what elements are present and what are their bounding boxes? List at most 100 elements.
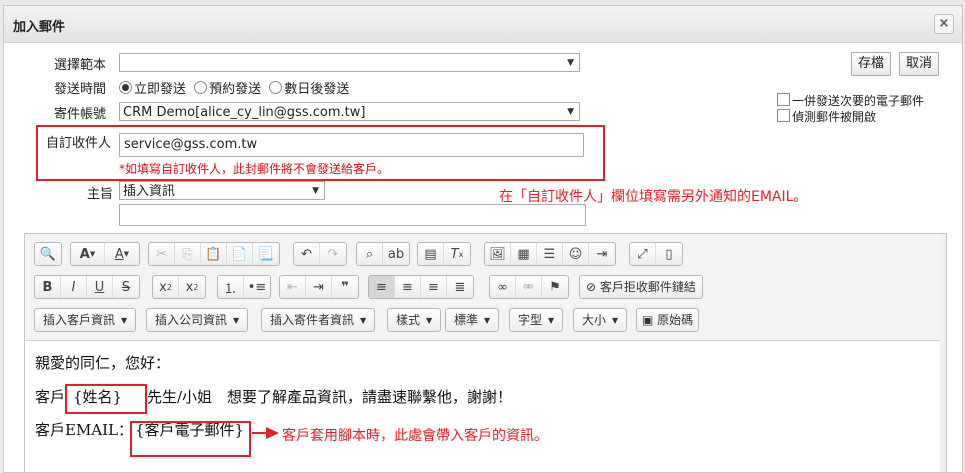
account-label: 寄件帳號 [54, 107, 107, 122]
image-icon[interactable]: 🖼 [485, 243, 511, 265]
caret-down-icon: ▼ [233, 316, 240, 325]
combine-checkbox[interactable]: 一併發送次要的電子郵件 [777, 92, 924, 109]
caret-down-icon: ▼ [612, 316, 619, 325]
dialog-title: 加入郵件 [13, 20, 66, 35]
numbered-list-icon[interactable]: ⒈ [218, 276, 244, 298]
strike-icon[interactable]: S [113, 276, 139, 298]
caret-down-icon: ▼ [121, 316, 128, 325]
maximize-icon[interactable]: ⤢ [630, 243, 656, 265]
link-icon[interactable]: ∞ [490, 276, 516, 298]
find-icon[interactable]: ⌕ [357, 243, 383, 265]
line-email-prefix: 客戶EMAIL： [35, 421, 134, 439]
blockquote-icon[interactable]: ❞ [332, 276, 358, 298]
save-button[interactable]: 存檔 [851, 52, 891, 76]
subject-input[interactable] [119, 204, 586, 226]
template-label: 選擇範本 [54, 58, 107, 73]
smiley-icon[interactable]: ☺ [563, 243, 589, 265]
paste-text-icon[interactable]: 📄 [227, 243, 253, 265]
bulleted-list-icon[interactable]: •≡ [244, 276, 270, 298]
insert-info-value: 插入資訊 [123, 184, 176, 199]
radio-days-later[interactable]: 數日後發送 [269, 81, 349, 97]
toolbar-group-undo: ↶ ↷ [293, 242, 347, 266]
radio-icon [269, 81, 283, 94]
reject-link-button[interactable]: ⊘ 客戶拒收郵件鏈結 [579, 275, 703, 299]
email-placeholder-highlight [130, 421, 251, 457]
redo-icon[interactable]: ↷ [320, 243, 346, 265]
toolbar-group-basic-styles: B I U S [34, 275, 140, 299]
caret-down-icon: ▼ [426, 316, 433, 325]
background-color-icon[interactable]: A ▼ [71, 243, 105, 265]
chevron-down-icon: ▼ [312, 186, 319, 196]
preview-icon[interactable]: 🔍 [35, 243, 61, 265]
insert-info-select[interactable]: 插入資訊 ▼ [119, 181, 325, 200]
caret-down-icon: ▼ [484, 316, 491, 325]
bold-icon[interactable]: B [35, 276, 61, 298]
underline-icon[interactable]: U [87, 276, 113, 298]
account-select[interactable]: CRM Demo[alice_cy_lin@gss.com.tw] ▼ [119, 102, 580, 121]
text-color-icon[interactable]: A ▼ [105, 243, 139, 265]
caret-down-icon: ▼ [360, 316, 367, 325]
editor-scrollbar[interactable] [940, 234, 946, 472]
table-icon[interactable]: ▦ [511, 243, 537, 265]
undo-icon[interactable]: ↶ [294, 243, 320, 265]
replace-icon[interactable]: ab [383, 243, 409, 265]
cut-icon[interactable]: ✂ [149, 243, 175, 265]
align-left-icon[interactable]: ≡ [369, 276, 395, 298]
paste-icon[interactable]: 📋 [201, 243, 227, 265]
styles-dropdown[interactable]: 樣式 ▼ [387, 308, 442, 332]
copy-icon[interactable]: ⎘ [175, 243, 201, 265]
custom-recipient-label: 自訂收件人 [46, 136, 112, 151]
page-break-icon[interactable]: ⇥ [589, 243, 615, 265]
insert-company-info-dropdown[interactable]: 插入公司資訊 ▼ [146, 308, 249, 332]
name-placeholder-highlight [65, 384, 147, 414]
account-value: CRM Demo[alice_cy_lin@gss.com.tw] [123, 105, 366, 120]
insert-customer-info-dropdown[interactable]: 插入客戶資訊 ▼ [34, 308, 137, 332]
send-time-options: 立即發送 預約發送 數日後發送 [119, 78, 349, 97]
subscript-icon[interactable]: x2 [153, 276, 179, 298]
cancel-button[interactable]: 取消 [899, 52, 939, 76]
show-blocks-icon[interactable]: ▯ [656, 243, 682, 265]
radio-scheduled[interactable]: 預約發送 [194, 81, 261, 97]
source-button[interactable]: ▣ 原始碼 [636, 308, 700, 332]
editor-toolbar: 🔍 A ▼ A ▼ ✂ ⎘ 📋 📄 📃 ↶ ↷ ⌕ ab ▤ T x 🖼 ▦ ☰… [25, 234, 946, 341]
align-center-icon[interactable]: ≡ [395, 276, 421, 298]
radio-icon [119, 81, 132, 94]
radio-icon [194, 81, 208, 94]
justify-icon[interactable]: ≣ [447, 276, 473, 298]
close-icon[interactable]: × [934, 14, 954, 34]
paste-word-icon[interactable]: 📃 [253, 243, 279, 265]
custom-recipient-note: *如填寫自訂收件人，此封郵件將不會發送給客戶。 [119, 162, 390, 176]
dialog-titlebar: 加入郵件 × [4, 6, 962, 43]
caret-down-icon: ▼ [548, 316, 555, 325]
outdent-icon[interactable]: ⇤ [280, 276, 306, 298]
checkbox-icon [777, 109, 790, 122]
track-open-checkbox[interactable]: 偵測郵件被開啟 [777, 108, 876, 125]
format-dropdown[interactable]: 標準 ▼ [445, 308, 500, 332]
radio-immediate[interactable]: 立即發送 [119, 81, 186, 97]
line-customer-suffix: 先生/小姐 想要了解產品資訊，請盡速聯繫他，謝謝！ [147, 388, 513, 406]
subject-label: 主旨 [87, 187, 114, 202]
script-annotation: 客戶套用腳本時，此處會帶入客戶的資訊。 [282, 428, 548, 444]
italic-icon[interactable]: I [61, 276, 87, 298]
template-select[interactable]: ▼ [119, 53, 580, 72]
toolbar-group-lists: ⒈ •≡ [217, 275, 271, 299]
toolbar-group-find: ⌕ ab [356, 242, 410, 266]
anchor-icon[interactable]: ⚑ [542, 276, 568, 298]
unlink-icon[interactable]: ⚮ [516, 276, 542, 298]
line-customer-prefix: 客戶 [35, 388, 66, 406]
custom-recipient-input[interactable]: service@gss.com.tw [119, 133, 584, 157]
remove-format-icon[interactable]: Tx [444, 243, 470, 265]
arrow-right-icon [252, 427, 279, 439]
size-dropdown[interactable]: 大小 ▼ [573, 308, 628, 332]
select-all-icon[interactable]: ▤ [418, 243, 444, 265]
toolbar-group-colors: A ▼ A ▼ [70, 242, 140, 266]
insert-sender-info-dropdown[interactable]: 插入寄件者資訊 ▼ [261, 308, 376, 332]
align-right-icon[interactable]: ≡ [421, 276, 447, 298]
font-dropdown[interactable]: 字型 ▼ [509, 308, 564, 332]
checkbox-icon [777, 93, 790, 106]
chevron-down-icon: ▼ [567, 58, 574, 68]
superscript-icon[interactable]: x2 [179, 276, 205, 298]
indent-icon[interactable]: ⇥ [306, 276, 332, 298]
reject-link-icon: ⊘ [586, 280, 597, 294]
horizontal-line-icon[interactable]: ☰ [537, 243, 563, 265]
